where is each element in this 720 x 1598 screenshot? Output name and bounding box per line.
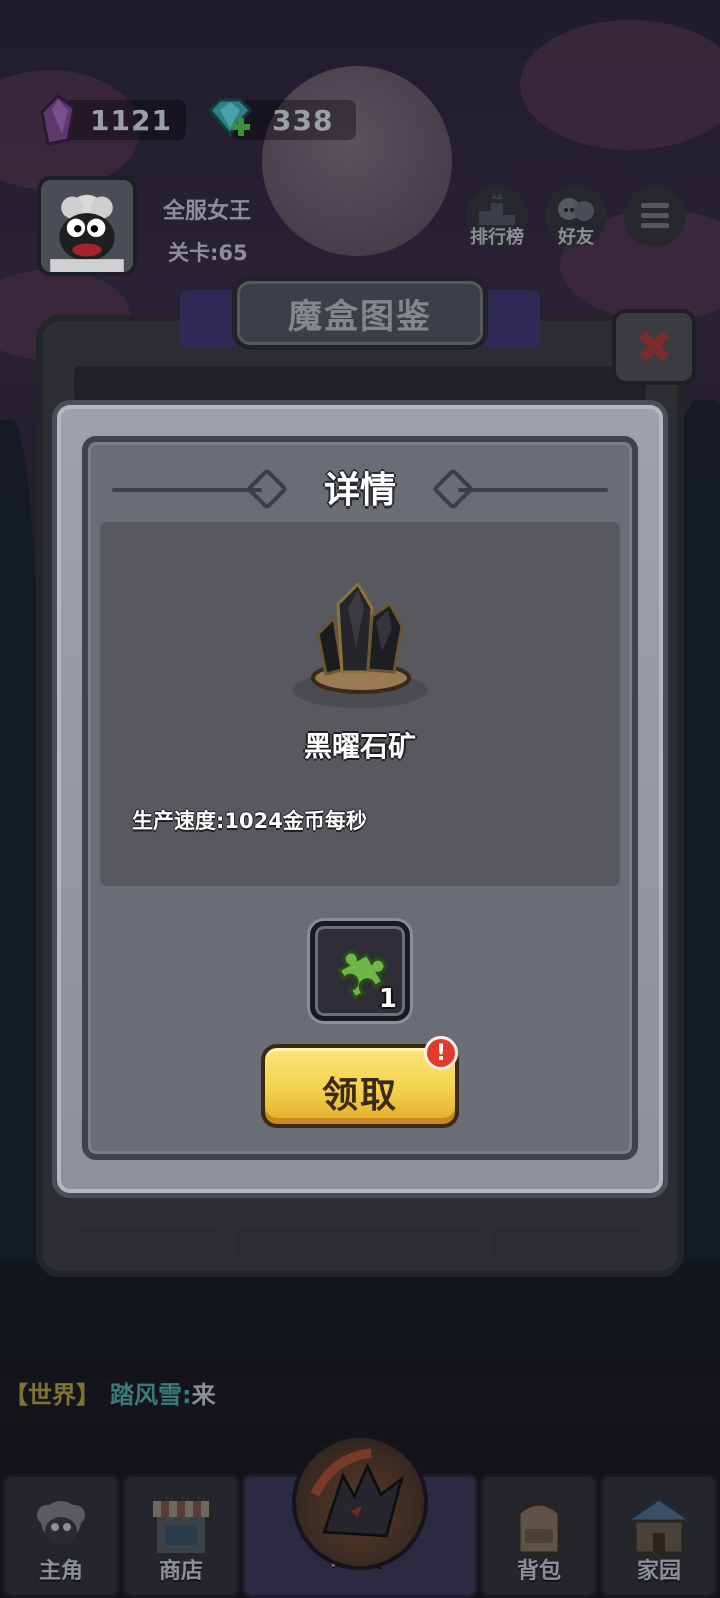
chat-message: 来 bbox=[191, 1380, 216, 1409]
chat-channel: 【世界】 bbox=[4, 1380, 100, 1409]
nav-shop[interactable]: 商店 bbox=[122, 1474, 240, 1598]
friends-label: 好友 bbox=[558, 227, 594, 248]
menu-button[interactable] bbox=[624, 185, 686, 247]
menu-icon bbox=[641, 203, 669, 228]
detail-title: 详情 bbox=[323, 470, 396, 511]
close-button[interactable]: ✖ bbox=[612, 309, 696, 385]
atlas-title: 魔盒图鉴 bbox=[288, 296, 432, 337]
nav-home-label: 家园 bbox=[636, 1559, 681, 1584]
diamond-plus-icon[interactable] bbox=[206, 98, 254, 142]
crystal-value: 1121 bbox=[90, 103, 172, 137]
item-name: 黑曜石矿 bbox=[303, 730, 416, 763]
nav-home[interactable]: 家园 bbox=[600, 1474, 718, 1598]
purple-crystal-icon bbox=[40, 94, 76, 146]
item-description: 生产速度:1024金币每秒 bbox=[132, 809, 367, 833]
player-avatar[interactable] bbox=[37, 176, 137, 276]
chat-sender: 踏风雪: bbox=[110, 1380, 192, 1409]
sheep-avatar-icon bbox=[41, 180, 133, 272]
wolf-icon bbox=[310, 1448, 404, 1538]
diamond-value: 338 bbox=[272, 103, 334, 137]
leaderboard-label: 排行榜 bbox=[470, 227, 524, 248]
friends-icon bbox=[558, 198, 594, 221]
leaderboard-icon bbox=[479, 193, 515, 225]
claim-button-label: 领取 bbox=[321, 1075, 398, 1116]
world-chat-bar[interactable]: 【世界】 踏风雪: 来 bbox=[0, 1357, 720, 1427]
atlas-title-banner: 魔盒图鉴 bbox=[180, 276, 540, 356]
reward-item-slot[interactable]: 1 bbox=[310, 921, 410, 1021]
close-icon: ✖ bbox=[634, 320, 674, 374]
nav-hero-label: 主角 bbox=[38, 1559, 83, 1584]
battle-wolf-icon[interactable] bbox=[292, 1434, 428, 1570]
player-level: 关卡:65 bbox=[168, 241, 248, 265]
atlas-tab-strip bbox=[74, 366, 646, 402]
crystal-counter: 1121 bbox=[62, 100, 186, 140]
friends-button[interactable]: 好友 bbox=[545, 185, 607, 248]
obsidian-ore-icon bbox=[311, 581, 411, 694]
reward-count: 1 bbox=[378, 984, 397, 1014]
nav-hero[interactable]: 主角 bbox=[2, 1474, 120, 1598]
nav-shop-label: 商店 bbox=[158, 1559, 203, 1584]
leaderboard-button[interactable]: 排行榜 bbox=[466, 185, 528, 248]
nav-bag[interactable]: 背包 bbox=[480, 1474, 598, 1598]
alert-badge: ! bbox=[424, 1036, 458, 1070]
player-name: 全服女王 bbox=[163, 199, 252, 224]
nav-bag-label: 背包 bbox=[516, 1559, 561, 1584]
